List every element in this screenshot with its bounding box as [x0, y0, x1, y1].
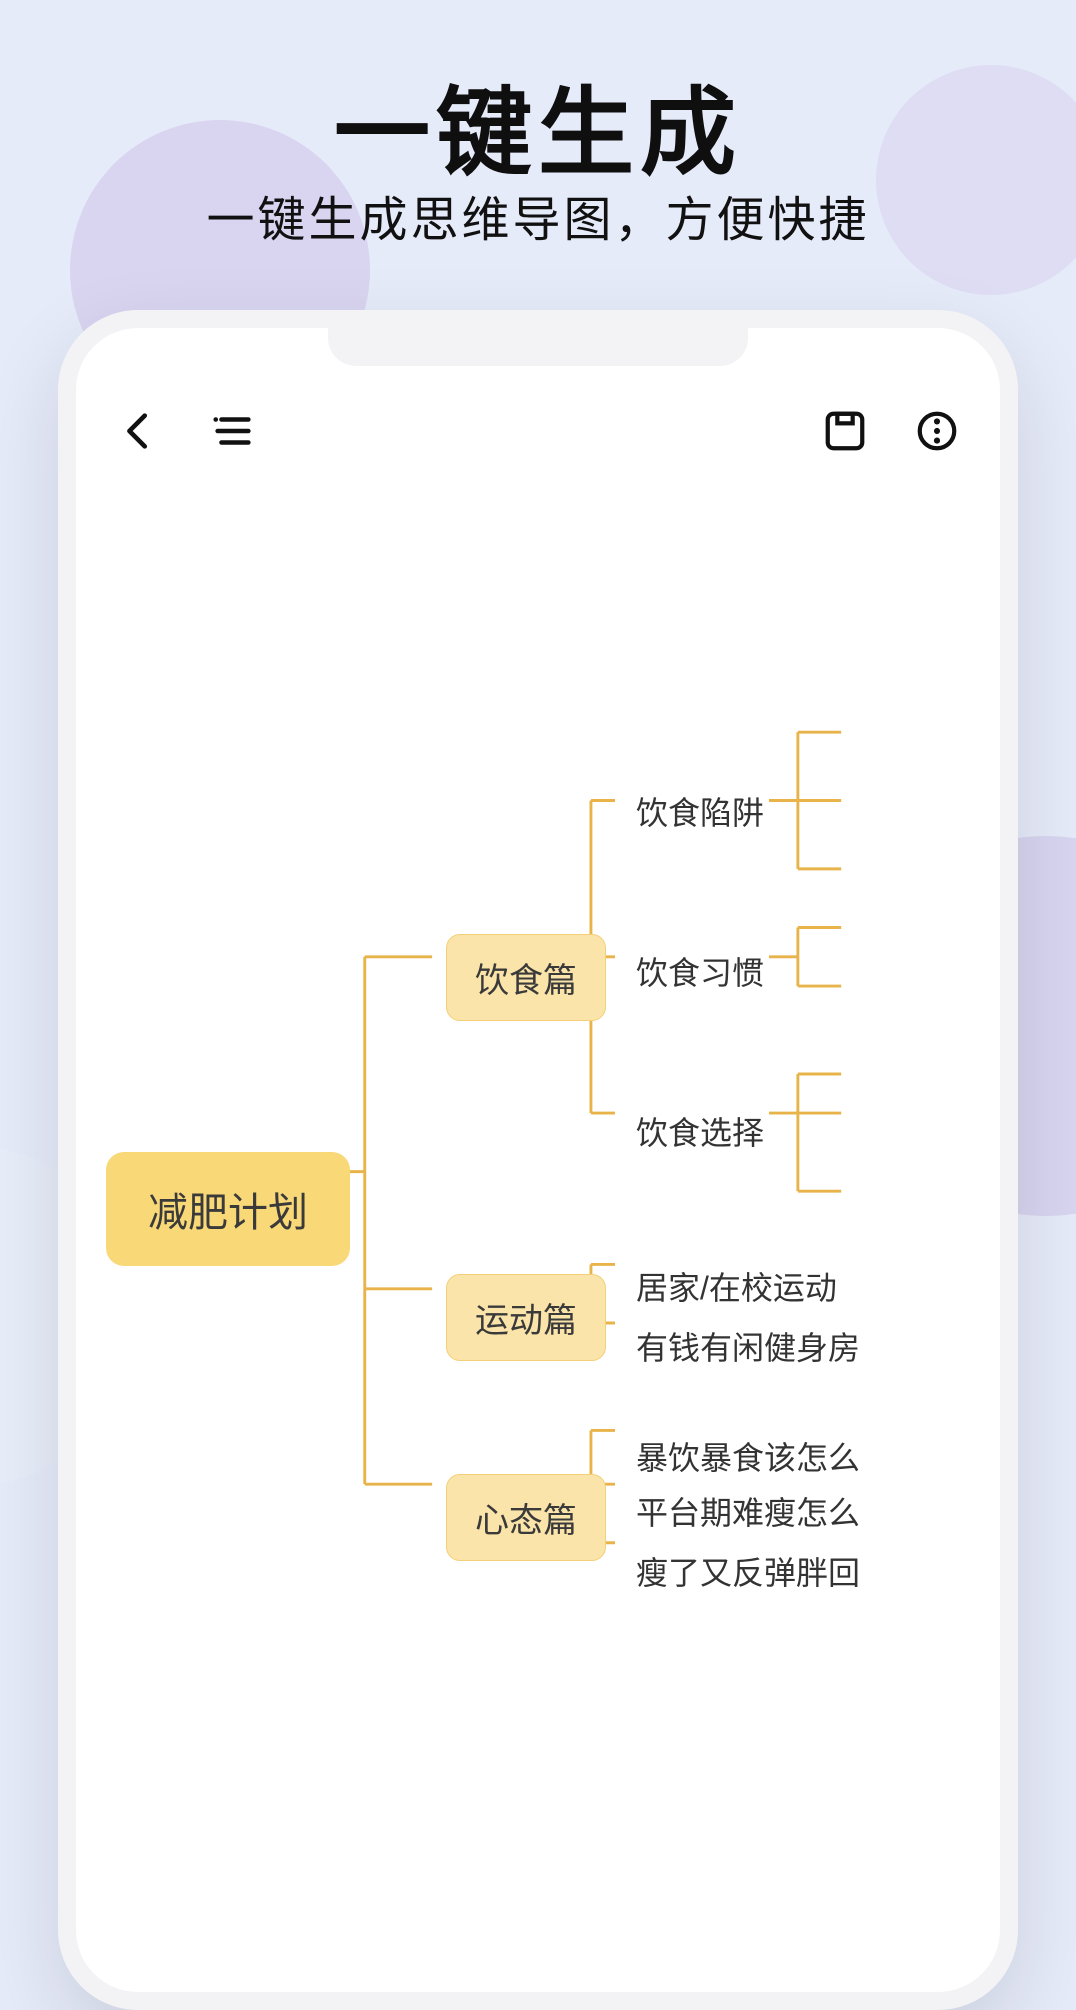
promo-headline: 一键生成	[0, 55, 1076, 194]
mindmap-branch-node[interactable]: 饮食篇	[446, 934, 606, 1021]
app-screen: 减肥计划 饮食篇 饮食陷阱 饮食习惯 饮食选择 运动篇 居家/在校运动 有钱有闲…	[76, 328, 1000, 1992]
app-toolbar	[76, 386, 1000, 476]
more-icon	[914, 408, 960, 454]
mindmap-branch-node[interactable]: 心态篇	[446, 1474, 606, 1561]
outline-button[interactable]	[210, 408, 256, 454]
mindmap-canvas[interactable]: 减肥计划 饮食篇 饮食陷阱 饮食习惯 饮食选择 运动篇 居家/在校运动 有钱有闲…	[76, 488, 1000, 1992]
mindmap-leaf-node[interactable]: 居家/在校运动	[636, 1263, 837, 1309]
mindmap-leaf-node[interactable]: 有钱有闲健身房	[636, 1323, 860, 1369]
more-button[interactable]	[914, 408, 960, 454]
mindmap-leaf-node[interactable]: 饮食陷阱	[636, 788, 764, 834]
phone-mock: 减肥计划 饮食篇 饮食陷阱 饮食习惯 饮食选择 运动篇 居家/在校运动 有钱有闲…	[58, 310, 1018, 2010]
save-button[interactable]	[822, 408, 868, 454]
outline-icon	[210, 408, 256, 454]
mindmap-leaf-node[interactable]: 暴饮暴食该怎么	[636, 1433, 860, 1479]
phone-notch	[328, 328, 748, 366]
back-icon	[116, 408, 162, 454]
mindmap-leaf-node[interactable]: 饮食选择	[636, 1108, 764, 1154]
save-icon	[822, 408, 868, 454]
mindmap-leaf-node[interactable]: 瘦了又反弹胖回	[636, 1548, 860, 1594]
mindmap-leaf-node[interactable]: 平台期难瘦怎么	[636, 1488, 860, 1534]
mindmap-branch-node[interactable]: 运动篇	[446, 1274, 606, 1361]
mindmap-leaf-node[interactable]: 饮食习惯	[636, 948, 764, 994]
promo-subline: 一键生成思维导图，方便快捷	[0, 180, 1076, 250]
back-button[interactable]	[116, 408, 162, 454]
mindmap-root-node[interactable]: 减肥计划	[106, 1152, 350, 1266]
